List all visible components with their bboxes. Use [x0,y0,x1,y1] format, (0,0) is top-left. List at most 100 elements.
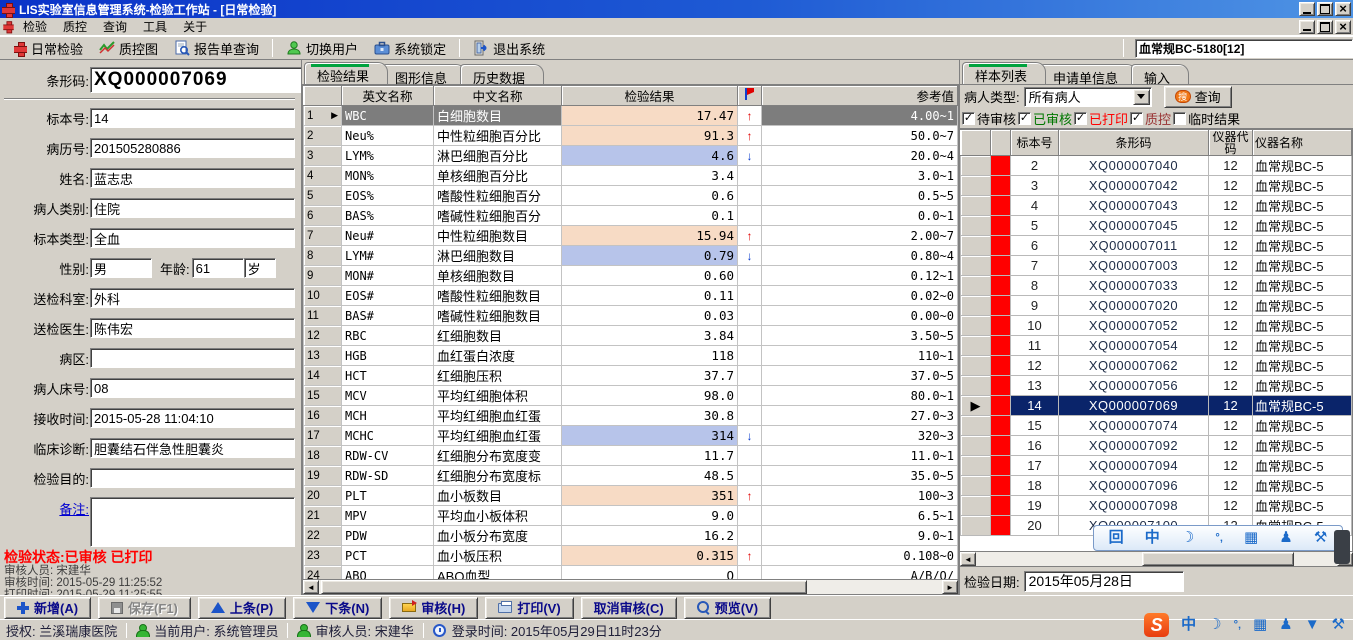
moon-icon[interactable]: ☽ [1181,530,1194,546]
person-icon[interactable]: ♟ [1279,617,1292,633]
moon-icon[interactable]: ☽ [1208,617,1221,633]
mdi-restore-button[interactable] [1317,20,1333,34]
age-input[interactable] [192,258,244,278]
result-row[interactable]: 24 ABO ABO血型 O A/B/O/ [304,566,958,580]
checkbox-icon[interactable] [1173,112,1186,125]
results-tab-历史数据[interactable]: 历史数据 [460,64,544,84]
diagnosis-input[interactable] [90,438,295,458]
result-row[interactable]: 18 RDW-CV 红细胞分布宽度变 11.7 11.0~1 [304,446,958,466]
result-row[interactable]: 13 HGB 血红蛋白浓度 118 110~1 [304,346,958,366]
save-button[interactable]: 保存(F1) [98,597,191,619]
result-row[interactable]: 12 RBC 红细胞数目 3.84 3.50~5 [304,326,958,346]
remark-textarea[interactable] [90,497,295,547]
result-row[interactable]: 5 EOS% 嗜酸性粒细胞百分 0.6 0.5~5 [304,186,958,206]
result-row[interactable]: 6 BAS% 嗜碱性粒细胞百分 0.1 0.0~1 [304,206,958,226]
mdi-minimize-button[interactable] [1299,20,1315,34]
checkbox-icon[interactable]: ✓ [1130,112,1143,125]
report-query-button[interactable]: 报告单查询 [166,37,267,59]
switch-user-button[interactable]: 切换用户 [278,37,366,59]
close-button[interactable] [1335,2,1351,16]
result-row[interactable]: 16 MCH 平均红细胞血红蛋 30.8 27.0~3 [304,406,958,426]
result-row[interactable]: 21 MPV 平均血小板体积 9.0 6.5~1 [304,506,958,526]
patient-type-input[interactable] [90,198,295,218]
query-button[interactable]: 搜 查询 [1164,86,1232,108]
results-tab-图形信息[interactable]: 图形信息 [382,64,466,84]
record-no-input[interactable] [90,138,295,158]
scroll-thumb[interactable] [321,580,807,594]
next-record-button[interactable]: 下条(N) [293,597,382,619]
col-sample-no[interactable]: 标本号 [1011,130,1059,156]
sample-row[interactable]: 9 XQ000007020 12 血常规BC-5 [961,296,1352,316]
sample-row[interactable]: ▶ 14 XQ000007069 12 血常规BC-5 [961,396,1352,416]
result-row[interactable]: 4 MON% 单核细胞百分比 3.4 3.0~1 [304,166,958,186]
skin-icon[interactable]: ▼ [1305,617,1320,633]
wrench-icon[interactable]: ⚒ [1332,617,1345,633]
sample-row[interactable]: 7 XQ000007003 12 血常规BC-5 [961,256,1352,276]
menu-工具[interactable]: 工具 [135,17,175,36]
menu-检验[interactable]: 检验 [15,17,55,36]
exit-system-button[interactable]: 退出系统 [465,37,553,59]
sample-row[interactable]: 17 XQ000007094 12 血常规BC-5 [961,456,1352,476]
result-row[interactable]: 15 MCV 平均红细胞体积 98.0 80.0~1 [304,386,958,406]
minimize-button[interactable] [1299,2,1315,16]
checkbox-icon[interactable]: ✓ [962,112,975,125]
receive-time-input[interactable] [90,408,295,428]
result-row[interactable]: 11 BAS# 嗜碱性粒细胞数目 0.03 0.00~0 [304,306,958,326]
chinese-mode-icon[interactable]: 中 [1145,530,1160,546]
checkbox-icon[interactable]: ✓ [1018,112,1031,125]
result-row[interactable]: 19 RDW-SD 红细胞分布宽度标 48.5 35.0~5 [304,466,958,486]
col-cn-name[interactable]: 中文名称 [434,86,562,106]
dropdown-arrow-icon[interactable] [1133,89,1150,105]
result-row[interactable]: 2 Neu% 中性粒细胞百分比 91.3 ↑ 50.0~7 [304,126,958,146]
instrument-input[interactable] [1135,39,1353,58]
patient-type-dropdown[interactable]: 所有病人 [1024,87,1152,107]
review-button[interactable]: 审核(H) [389,597,478,619]
scroll-left-arrow[interactable]: ◄ [303,580,319,594]
sample-type-input[interactable] [90,228,295,248]
scroll-track[interactable] [976,552,1337,566]
person-icon[interactable]: ♟ [1279,530,1292,546]
sample-row[interactable]: 3 XQ000007042 12 血常规BC-5 [961,176,1352,196]
result-row[interactable]: 3 LYM% 淋巴细胞百分比 4.6 ↓ 20.0~4 [304,146,958,166]
checkbox-icon[interactable]: ✓ [1074,112,1087,125]
sample-row[interactable]: 2 XQ000007040 12 血常规BC-5 [961,156,1352,176]
wrench-icon[interactable]: ⚒ [1314,530,1327,546]
sample-row[interactable]: 8 XQ000007033 12 血常规BC-5 [961,276,1352,296]
patient-name-input[interactable] [90,168,295,188]
filter-printed[interactable]: ✓ 已打印 [1074,109,1128,128]
result-row[interactable]: 7 Neu# 中性粒细胞数目 15.94 ↑ 2.00~7 [304,226,958,246]
remark-link-label[interactable]: 备注: [4,497,90,518]
col-inst-code[interactable]: 仪器代码 [1209,130,1253,156]
window-icon[interactable]: 回 [1109,530,1124,546]
filter-temp[interactable]: 临时结果 [1173,109,1240,128]
scroll-track[interactable] [319,580,942,594]
result-row[interactable]: 22 PDW 血小板分布宽度 16.2 9.0~1 [304,526,958,546]
scroll-right-arrow[interactable]: ► [942,580,958,594]
result-row[interactable]: 8 LYM# 淋巴细胞数目 0.79 ↓ 0.80~4 [304,246,958,266]
result-row[interactable]: 20 PLT 血小板数目 351 ↑ 100~3 [304,486,958,506]
test-date-input[interactable] [1024,571,1184,592]
add-new-button[interactable]: 新增(A) [4,597,91,619]
keyboard-icon[interactable]: ▦ [1253,617,1267,633]
scroll-thumb[interactable] [1142,552,1294,566]
barcode-input[interactable] [90,67,302,93]
purpose-input[interactable] [90,468,295,488]
punctuation-icon[interactable]: °‚ [1234,617,1241,633]
system-lock-button[interactable]: 系统锁定 [366,37,454,59]
sample-row[interactable]: 19 XQ000007098 12 血常规BC-5 [961,496,1352,516]
samples-tab-申请单信息[interactable]: 申请单信息 [1040,64,1137,84]
sex-input[interactable] [90,258,152,278]
sample-row[interactable]: 4 XQ000007043 12 血常规BC-5 [961,196,1352,216]
previous-record-button[interactable]: 上条(P) [198,597,286,619]
sample-row[interactable]: 11 XQ000007054 12 血常规BC-5 [961,336,1352,356]
restore-button[interactable] [1317,2,1333,16]
dept-input[interactable] [90,288,295,308]
sample-row[interactable]: 16 XQ000007092 12 血常规BC-5 [961,436,1352,456]
col-result[interactable]: 检验结果 [562,86,738,106]
print-button[interactable]: 打印(V) [485,597,573,619]
qc-chart-button[interactable]: 质控图 [91,37,166,59]
sample-row[interactable]: 5 XQ000007045 12 血常规BC-5 [961,216,1352,236]
sample-row[interactable]: 13 XQ000007056 12 血常规BC-5 [961,376,1352,396]
age-unit-input[interactable] [244,258,276,278]
result-row[interactable]: 10 EOS# 嗜酸性粒细胞数目 0.11 0.02~0 [304,286,958,306]
